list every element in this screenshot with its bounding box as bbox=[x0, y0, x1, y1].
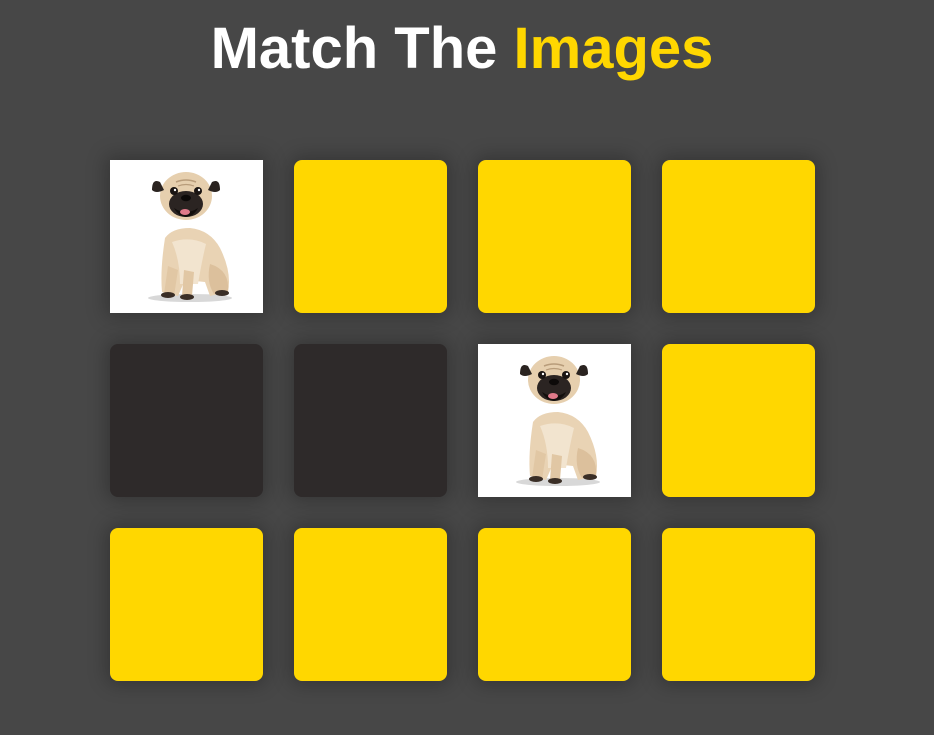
card-hidden[interactable] bbox=[662, 344, 815, 497]
card-revealed bbox=[110, 160, 263, 313]
title-accent: Images bbox=[513, 16, 714, 81]
card-revealed bbox=[478, 344, 631, 497]
card-hidden[interactable] bbox=[662, 528, 815, 681]
card-hidden[interactable] bbox=[110, 528, 263, 681]
pug-dog-image bbox=[110, 160, 263, 313]
card-matched bbox=[110, 344, 263, 497]
title-main: Match The bbox=[210, 16, 498, 81]
pug-dog-image bbox=[478, 344, 631, 497]
card-hidden[interactable] bbox=[662, 160, 815, 313]
card-hidden[interactable] bbox=[294, 528, 447, 681]
game-title: Match The Images bbox=[0, 14, 924, 84]
card-grid bbox=[110, 160, 815, 681]
card-hidden[interactable] bbox=[478, 160, 631, 313]
card-hidden[interactable] bbox=[478, 528, 631, 681]
card-matched bbox=[294, 344, 447, 497]
card-hidden[interactable] bbox=[294, 160, 447, 313]
